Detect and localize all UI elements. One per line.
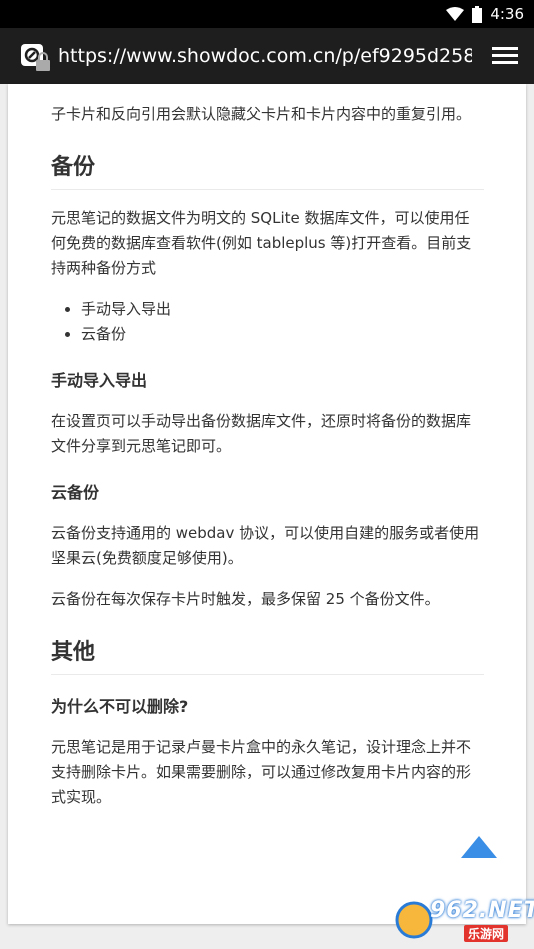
browser-toolbar: https://www.showdoc.com.cn/p/ef9295d2584… (0, 28, 534, 84)
heading-backup: 备份 (51, 149, 484, 190)
watermark-sub: 乐游网 (464, 925, 509, 942)
watermark-brand: 962.NET (430, 898, 534, 923)
backup-paragraph: 元思笔记的数据文件为明文的 SQLite 数据库文件，可以使用任何免费的数据库查… (51, 209, 472, 277)
watermark-badge-icon (395, 901, 433, 939)
tabs-icon[interactable] (492, 45, 520, 67)
list-item: 手动导入导出 (81, 297, 484, 322)
status-bar: 4:36 (0, 0, 534, 28)
clock: 4:36 (490, 5, 524, 23)
insecure-lock-icon[interactable] (20, 43, 52, 73)
cloud-paragraph-1: 云备份支持通用的 webdav 协议，可以使用自建的服务或者使用坚果云(免费额度… (51, 524, 480, 567)
backup-methods-list: 手动导入导出 云备份 (51, 297, 484, 347)
heading-why-no-delete: 为什么不可以删除? (51, 697, 189, 716)
answer-paragraph: 元思笔记是用于记录卢曼卡片盒中的永久笔记，设计理念上并不支持删除卡片。如果需要删… (51, 738, 472, 806)
heading-other: 其他 (51, 634, 484, 675)
manual-paragraph: 在设置页可以手动导出备份数据库文件，还原时将备份的数据库文件分享到元思笔记即可。 (51, 412, 472, 455)
list-item: 云备份 (81, 322, 484, 347)
battery-icon (472, 5, 483, 23)
cloud-paragraph-2: 云备份在每次保存卡片时触发，最多保留 25 个备份文件。 (51, 590, 440, 608)
heading-cloud-backup: 云备份 (51, 483, 100, 502)
url-field[interactable]: https://www.showdoc.com.cn/p/ef9295d2584… (58, 44, 472, 68)
scroll-to-top-button[interactable] (461, 836, 497, 858)
watermark-logo: 962.NET 乐游网 (394, 896, 534, 946)
wifi-icon (446, 6, 465, 21)
intro-paragraph: 子卡片和反向引用会默认隐藏父卡片和卡片内容中的重复引用。 (51, 105, 472, 123)
heading-manual-import-export: 手动导入导出 (51, 371, 148, 390)
article-content: 子卡片和反向引用会默认隐藏父卡片和卡片内容中的重复引用。 备份 元思笔记的数据文… (51, 84, 484, 810)
document-page: 子卡片和反向引用会默认隐藏父卡片和卡片内容中的重复引用。 备份 元思笔记的数据文… (8, 84, 526, 924)
